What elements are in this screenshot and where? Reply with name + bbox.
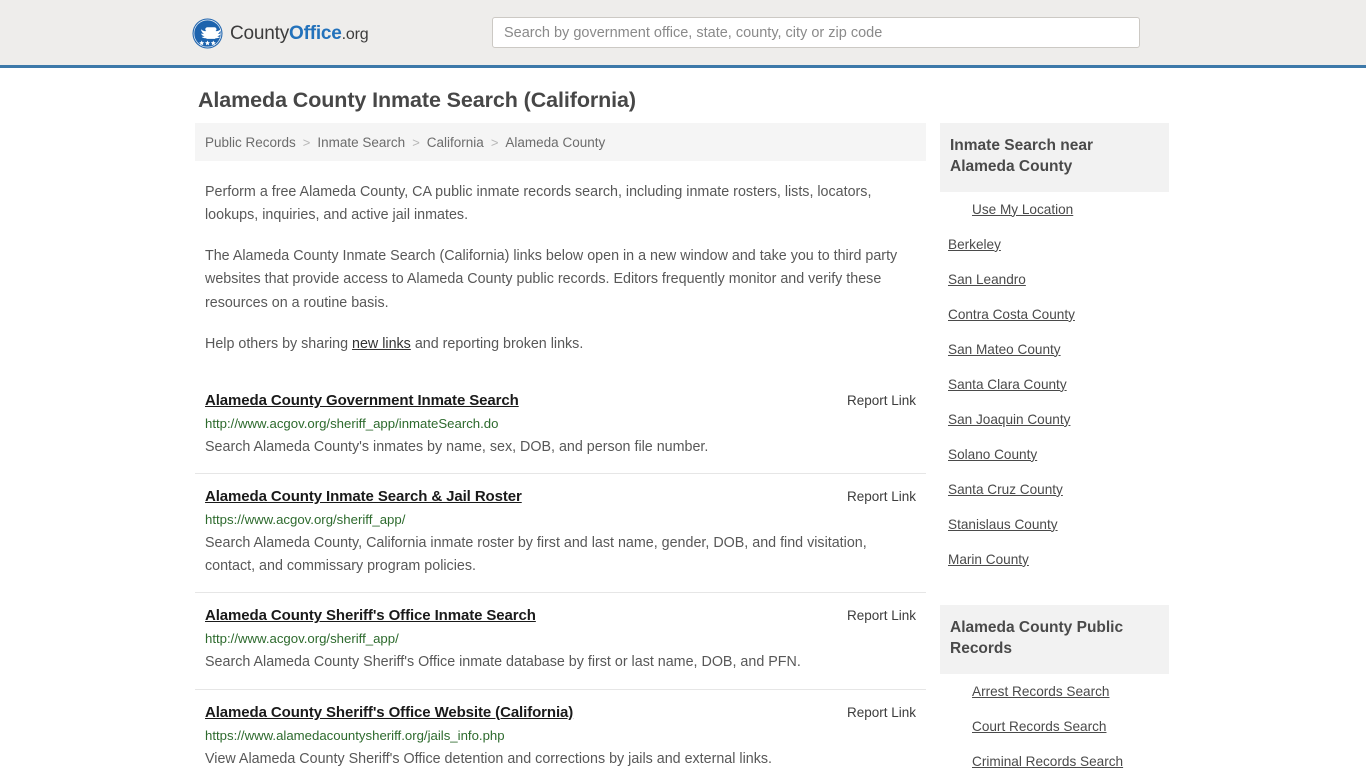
- intro-p3-after: and reporting broken links.: [410, 335, 584, 352]
- report-link-button[interactable]: Report Link: [847, 608, 916, 623]
- breadcrumb: Public Records > Inmate Search > Califor…: [195, 123, 926, 161]
- breadcrumb-item-alameda-county[interactable]: Alameda County: [505, 135, 605, 150]
- result-item: Alameda County Sheriff's Office Website …: [195, 688, 926, 768]
- search-input[interactable]: [492, 17, 1140, 48]
- list-item: Marin County: [940, 542, 1169, 577]
- list-item: Santa Cruz County: [940, 472, 1169, 507]
- result-url-link[interactable]: http://www.acgov.org/sheriff_app/: [205, 631, 916, 646]
- sidebar-item-marin-county[interactable]: Marin County: [940, 542, 1169, 577]
- result-title-link[interactable]: Alameda County Government Inmate Search: [205, 392, 519, 409]
- sidebar-public-records-block: Alameda County Public Records Arrest Rec…: [940, 604, 1169, 768]
- sidebar-item-arrest-records-search[interactable]: Arrest Records Search: [940, 674, 1169, 709]
- result-item: Alameda County Inmate Search & Jail Rost…: [195, 473, 926, 592]
- sidebar-item-san-joaquin-county[interactable]: San Joaquin County: [940, 402, 1169, 437]
- list-item: Use My Location: [940, 192, 1169, 227]
- breadcrumb-separator: >: [490, 134, 499, 150]
- sidebar-nearby-list: Use My Location Berkeley San Leandro Con…: [940, 192, 1169, 577]
- sidebar-item-contra-costa-county[interactable]: Contra Costa County: [940, 297, 1169, 332]
- sidebar-item-san-leandro[interactable]: San Leandro: [940, 262, 1169, 297]
- sidebar-item-court-records-search[interactable]: Court Records Search: [940, 709, 1169, 744]
- search-bar[interactable]: [492, 17, 1140, 48]
- result-description: View Alameda County Sheriff's Office det…: [205, 750, 772, 767]
- new-links-link[interactable]: new links: [352, 336, 411, 352]
- breadcrumb-separator: >: [302, 134, 311, 150]
- list-item: Solano County: [940, 437, 1169, 472]
- intro-paragraph-1: Perform a free Alameda County, CA public…: [205, 184, 872, 224]
- result-header: Alameda County Sheriff's Office Website …: [205, 704, 916, 721]
- sidebar-item-criminal-records-search[interactable]: Criminal Records Search: [940, 744, 1169, 768]
- list-item: Berkeley: [940, 227, 1169, 262]
- result-header: Alameda County Sheriff's Office Inmate S…: [205, 607, 916, 624]
- list-item: San Mateo County: [940, 332, 1169, 367]
- brand-wordmark: CountyOffice.org: [230, 23, 369, 44]
- result-header: Alameda County Inmate Search & Jail Rost…: [205, 488, 916, 505]
- result-description: Search Alameda County Sheriff's Office i…: [205, 654, 801, 671]
- breadcrumb-item-inmate-search[interactable]: Inmate Search: [317, 135, 405, 150]
- result-item: Alameda County Government Inmate Search …: [195, 378, 926, 473]
- list-item: San Leandro: [940, 262, 1169, 297]
- sidebar-public-records-list: Arrest Records Search Court Records Sear…: [940, 674, 1169, 768]
- result-description: Search Alameda County, California inmate…: [205, 535, 867, 575]
- result-title-link[interactable]: Alameda County Sheriff's Office Website …: [205, 704, 573, 721]
- sidebar-item-solano-county[interactable]: Solano County: [940, 437, 1169, 472]
- report-link-button[interactable]: Report Link: [847, 393, 916, 408]
- intro-paragraph-2: The Alameda County Inmate Search (Califo…: [205, 248, 898, 311]
- sidebar-item-san-mateo-county[interactable]: San Mateo County: [940, 332, 1169, 367]
- report-link-button[interactable]: Report Link: [847, 705, 916, 720]
- results-list: Alameda County Government Inmate Search …: [195, 378, 926, 768]
- sidebar-heading-nearby: Inmate Search near Alameda County: [940, 123, 1169, 192]
- sidebar-item-santa-clara-county[interactable]: Santa Clara County: [940, 367, 1169, 402]
- list-item: Contra Costa County: [940, 297, 1169, 332]
- brand-part-county: County: [230, 23, 290, 44]
- site-logo-link[interactable]: CountyOffice.org: [192, 18, 369, 49]
- list-item: Criminal Records Search: [940, 744, 1169, 768]
- sidebar-item-santa-cruz-county[interactable]: Santa Cruz County: [940, 472, 1169, 507]
- result-item: Alameda County Sheriff's Office Inmate S…: [195, 592, 926, 688]
- report-link-button[interactable]: Report Link: [847, 489, 916, 504]
- result-url-link[interactable]: https://www.acgov.org/sheriff_app/: [205, 512, 916, 527]
- breadcrumb-separator: >: [412, 134, 420, 150]
- breadcrumb-item-public-records[interactable]: Public Records: [205, 135, 296, 150]
- list-item: San Joaquin County: [940, 402, 1169, 437]
- page-title: Alameda County Inmate Search (California…: [198, 88, 636, 112]
- result-url-link[interactable]: https://www.alamedacountysheriff.org/jai…: [205, 728, 916, 743]
- result-url-link[interactable]: http://www.acgov.org/sheriff_app/inmateS…: [205, 416, 916, 431]
- sidebar-item-use-my-location[interactable]: Use My Location: [940, 192, 1169, 227]
- eagle-shield-logo-icon: [192, 18, 223, 49]
- list-item: Court Records Search: [940, 709, 1169, 744]
- intro-paragraph-3: Help others by sharing new links and rep…: [205, 333, 916, 356]
- intro-p3-before: Help others by sharing: [205, 335, 353, 352]
- brand-part-org: .org: [341, 26, 369, 43]
- result-title-link[interactable]: Alameda County Sheriff's Office Inmate S…: [205, 607, 536, 624]
- intro-section: Perform a free Alameda County, CA public…: [195, 181, 926, 356]
- sidebar-item-stanislaus-county[interactable]: Stanislaus County: [940, 507, 1169, 542]
- result-description: Search Alameda County's inmates by name,…: [205, 438, 709, 455]
- site-header: CountyOffice.org: [0, 0, 1366, 68]
- list-item: Arrest Records Search: [940, 674, 1169, 709]
- sidebar: Inmate Search near Alameda County Use My…: [940, 123, 1169, 768]
- breadcrumb-item-california[interactable]: California: [427, 135, 484, 150]
- result-header: Alameda County Government Inmate Search …: [205, 392, 916, 409]
- main-content: Public Records > Inmate Search > Califor…: [195, 123, 926, 768]
- brand-part-office: Office: [289, 23, 342, 44]
- sidebar-item-berkeley[interactable]: Berkeley: [940, 227, 1169, 262]
- list-item: Stanislaus County: [940, 507, 1169, 542]
- list-item: Santa Clara County: [940, 367, 1169, 402]
- result-title-link[interactable]: Alameda County Inmate Search & Jail Rost…: [205, 488, 522, 505]
- sidebar-heading-public-records: Alameda County Public Records: [940, 604, 1169, 674]
